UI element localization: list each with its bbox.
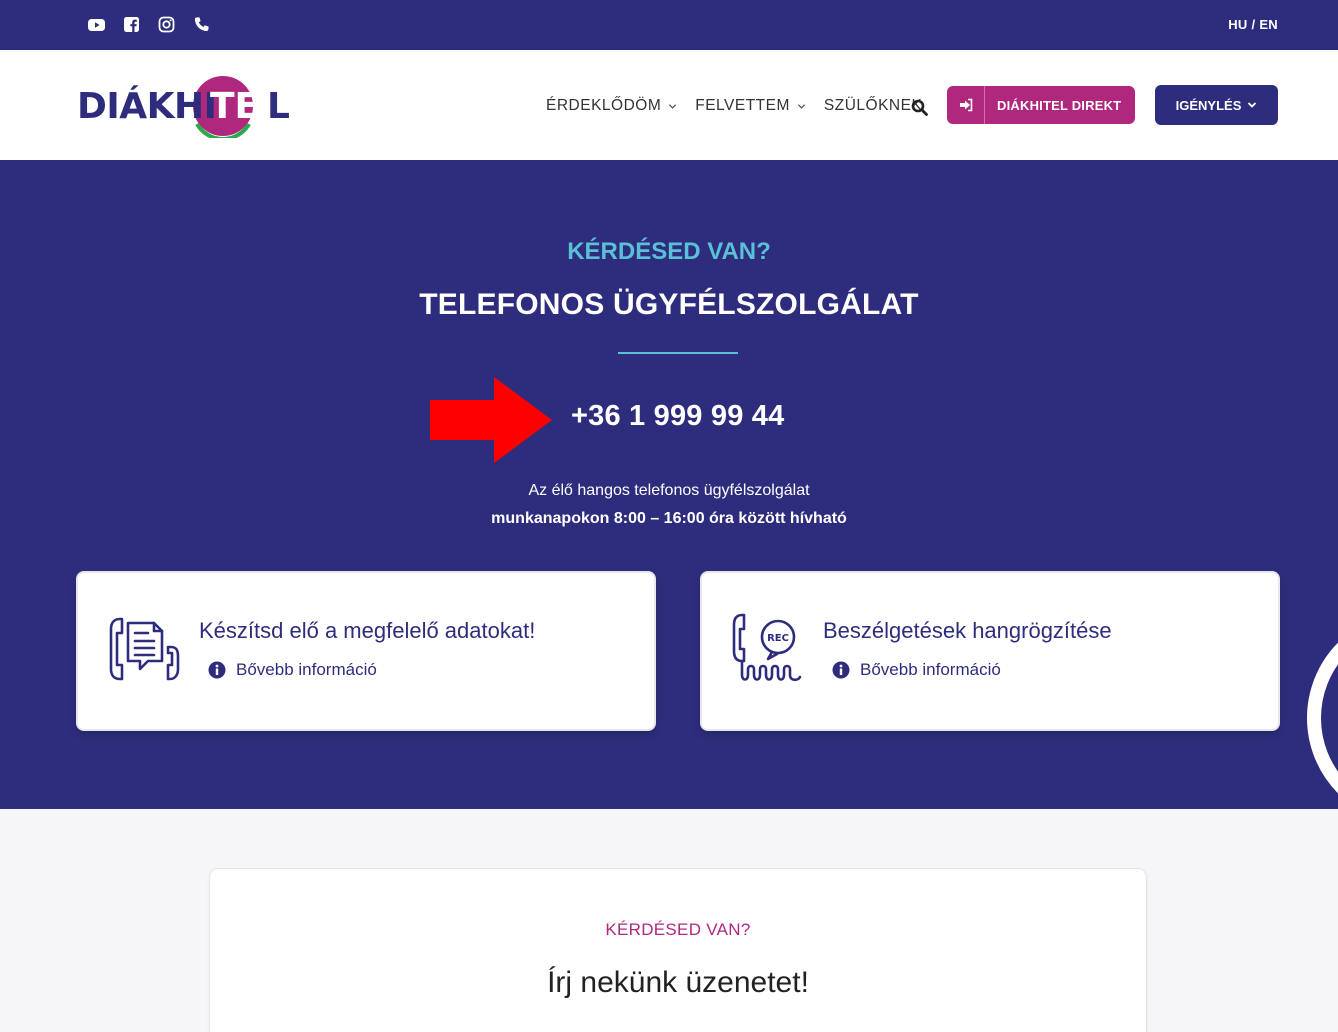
red-arrow-icon [430,377,552,463]
hours-description: Az élő hangos telefonos ügyfélszolgálat [528,482,810,499]
section-eyebrow: KÉRDÉSED VAN? [567,238,771,265]
section-title: TELEFONOS ÜGYFÉLSZOLGÁLAT [419,288,919,321]
more-info-link[interactable]: Bővebb információ [832,660,1001,680]
language-switcher[interactable]: HU / EN [1228,17,1278,32]
more-info-link[interactable]: Bővebb információ [208,660,377,680]
info-card-prepare-data[interactable]: Készítsd elő a megfelelő adatokat! Bőveb… [78,573,654,729]
title-divider [618,352,738,354]
phone-icon[interactable] [192,15,211,34]
instagram-icon[interactable] [157,15,176,34]
nav-item-szuloknek[interactable]: SZÜLŐKNEK [824,97,922,115]
decorative-ring [1307,642,1338,794]
diakhitel-logo[interactable]: DIÁKHI TE L [77,72,291,142]
nav-item-erdeklodom[interactable]: ÉRDEKLŐDÖM [546,97,677,115]
main-nav: ÉRDEKLŐDÖM FELVETTEM SZÜLŐKNEK [546,97,940,115]
svg-text:TE: TE [210,86,259,127]
chevron-down-icon [669,103,677,109]
contact-form-card: KÉRDÉSED VAN? Írj nekünk üzenetet! [210,869,1146,1032]
chevron-down-icon [797,103,805,109]
card-title: Beszélgetések hangrögzítése [823,618,1112,643]
svg-text:DIÁKHI: DIÁKHI [77,85,217,127]
hours-times: munkanapokon 8:00 – 16:00 óra között hív… [491,510,847,527]
igenyles-button[interactable]: IGÉNYLÉS [1155,85,1278,125]
phone-support-section: KÉRDÉSED VAN? TELEFONOS ÜGYFÉLSZOLGÁLAT … [0,160,1338,809]
nav-item-felvettem[interactable]: FELVETTEM [695,97,806,115]
contact-eyebrow: KÉRDÉSED VAN? [605,920,751,939]
site-header: DIÁKHI TE L ÉRDEKLŐDÖM FELVETTEM SZÜLŐKN… [0,50,1338,160]
igenyles-label: IGÉNYLÉS [1175,97,1242,113]
facebook-icon[interactable] [122,15,141,34]
diakhitel-direkt-button[interactable]: DIÁKHITEL DIREKT [947,86,1135,124]
svg-text:L: L [267,86,290,127]
phone-document-icon [109,617,180,681]
contact-title: Írj nekünk üzenetet! [547,966,809,999]
youtube-icon[interactable] [87,15,106,34]
info-card-call-recording[interactable]: REC Beszélgetések hangrögzítése Bővebb i… [702,573,1278,729]
diakhitel-direkt-label: DIÁKHITEL DIREKT [997,97,1122,113]
phone-number-link[interactable]: +36 1 999 99 44 [571,400,784,433]
rec-label: REC [767,633,789,644]
phone-rec-icon: REC [732,613,802,682]
social-links [87,15,211,34]
info-circle-icon [208,661,226,679]
sign-in-icon [947,86,985,124]
top-bar: HU / EN [0,0,1338,50]
card-title: Készítsd elő a megfelelő adatokat! [199,618,536,643]
search-icon[interactable] [911,99,928,116]
chevron-down-icon [1248,102,1257,108]
info-circle-icon [832,661,850,679]
